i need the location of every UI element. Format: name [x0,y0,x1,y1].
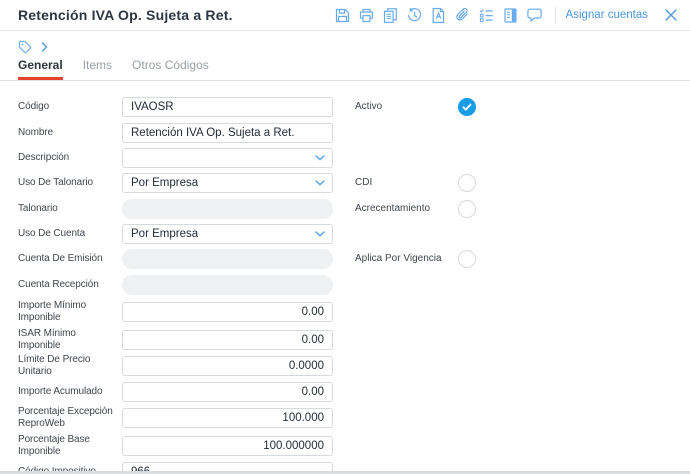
field-label-aplica-por-vigencia: Aplica Por Vigencia [355,253,442,264]
tax-code-window: Retención IVA Op. Sujeta a Ret. Asignar … [0,0,690,474]
form-row-cuenta-recepcion: Cuenta Recepción [18,272,678,297]
page-title: Retención IVA Op. Sujeta a Ret. [18,7,233,23]
field-nombre[interactable] [122,122,333,143]
copy-icon[interactable] [382,7,399,24]
chevron-down-icon [315,230,325,237]
field-porcentaje-excepcion-reproweb[interactable] [122,408,333,428]
assign-accounts-link[interactable]: Asignar cuentas [566,9,648,21]
form-row-codigo: Código Activo [18,94,678,120]
field-uso-de-cuenta[interactable]: Por Empresa [122,223,333,244]
field-label-activo: Activo [355,101,383,112]
form-row-porcentaje-excepcion-reproweb: Porcentaje Excepción ReproWeb [18,404,678,432]
form-row-porcentaje-base-imponible: Porcentaje Base Imponible [18,432,678,460]
checkbox-activo[interactable] [458,98,476,116]
field-limite-de-precio-unitario[interactable] [122,356,333,376]
form-row-cuenta-de-emision: Cuenta De Emisión Aplica Por Vigencia [18,246,678,272]
field-porcentaje-base-imponible[interactable] [122,436,333,456]
chevron-down-icon [315,180,325,186]
field-label-porcentaje-excepcion-reproweb: Porcentaje Excepción ReproWeb [18,406,113,429]
toolbar-separator [554,7,556,23]
toolbar: Asignar cuentas [327,7,678,24]
field-label-uso-de-talonario: Uso De Talonario [18,177,93,188]
field-label-nombre: Nombre [18,126,53,138]
checkbox-acrecentamiento[interactable] [458,199,476,218]
field-importe-minimo-imponible[interactable] [122,301,333,322]
selected-value: Por Empresa [131,177,199,189]
field-talonario [122,198,333,219]
checkbox-cdi[interactable] [458,174,476,192]
field-label-isar-minimo-imponible: ISAR Mínimo Imponible [18,327,76,351]
checklist-icon[interactable] [478,7,495,24]
form-row-talonario: Talonario Acrecentamiento [18,196,678,221]
field-label-importe-acumulado: Importe Acumulado [18,385,103,397]
field-label-importe-minimo-imponible: Importe Mínimo Imponible [18,299,87,323]
tab-bar: General Items Otros Códigos [0,58,690,81]
field-isar-minimo-imponible[interactable] [122,329,333,350]
field-cuenta-recepcion [122,274,333,295]
field-label-acrecentamiento: Acrecentamiento [355,202,431,214]
tab-general[interactable]: General [18,58,63,80]
close-icon[interactable] [664,8,678,22]
field-label-cuenta-recepcion: Cuenta Recepción [18,278,99,290]
selected-value: Por Empresa [131,227,199,240]
field-cuenta-de-emision [122,249,333,269]
tab-items[interactable]: Items [83,58,112,80]
form-row-nombre: Nombre [18,120,678,145]
tag-icon[interactable] [18,40,32,54]
field-label-cdi: CDI [355,177,373,188]
ledger-icon[interactable] [502,7,519,24]
save-icon[interactable] [334,7,351,24]
form-row-isar-minimo-imponible: ISAR Mínimo Imponible [18,326,678,353]
document-a-icon[interactable] [430,7,447,24]
attachment-icon[interactable] [454,7,471,24]
toolbar-icons [327,7,543,24]
comment-icon[interactable] [526,7,543,24]
form-row-descripcion: Descripción [18,145,678,170]
field-uso-de-talonario[interactable]: Por Empresa [122,173,333,193]
form-row-uso-de-cuenta: Uso De Cuenta Por Empresa [18,221,678,246]
print-icon[interactable] [358,7,375,24]
breadcrumb [0,31,690,58]
form-general: Código Activo Nombre Descripción Uso De Talo… [0,81,690,474]
form-row-importe-acumulado: Importe Acumulado [18,379,678,404]
field-label-cuenta-de-emision: Cuenta De Emisión [18,253,103,264]
window-header: Retención IVA Op. Sujeta a Ret. Asignar … [0,0,690,31]
field-descripcion[interactable] [122,147,333,168]
form-row-importe-minimo-imponible: Importe Mínimo Imponible [18,297,678,326]
chevron-right-icon[interactable] [41,42,49,52]
field-label-descripcion: Descripción [18,151,70,163]
field-label-talonario: Talonario [18,202,58,214]
history-icon[interactable] [406,7,423,24]
tab-otros-codigos[interactable]: Otros Códigos [132,58,209,80]
field-label-porcentaje-base-imponible: Porcentaje Base Imponible [18,434,90,457]
field-label-codigo: Código [18,101,50,112]
checkbox-aplica-por-vigencia[interactable] [458,250,476,268]
form-row-uso-de-talonario: Uso De Talonario Por Empresa CDI [18,170,678,196]
field-codigo[interactable] [122,97,333,117]
form-row-limite-de-precio-unitario: Límite De Precio Unitario [18,353,678,379]
field-importe-acumulado[interactable] [122,381,333,402]
field-label-limite-de-precio-unitario: Límite De Precio Unitario [18,354,91,377]
field-label-uso-de-cuenta: Uso De Cuenta [18,227,86,239]
chevron-down-icon [315,154,325,161]
